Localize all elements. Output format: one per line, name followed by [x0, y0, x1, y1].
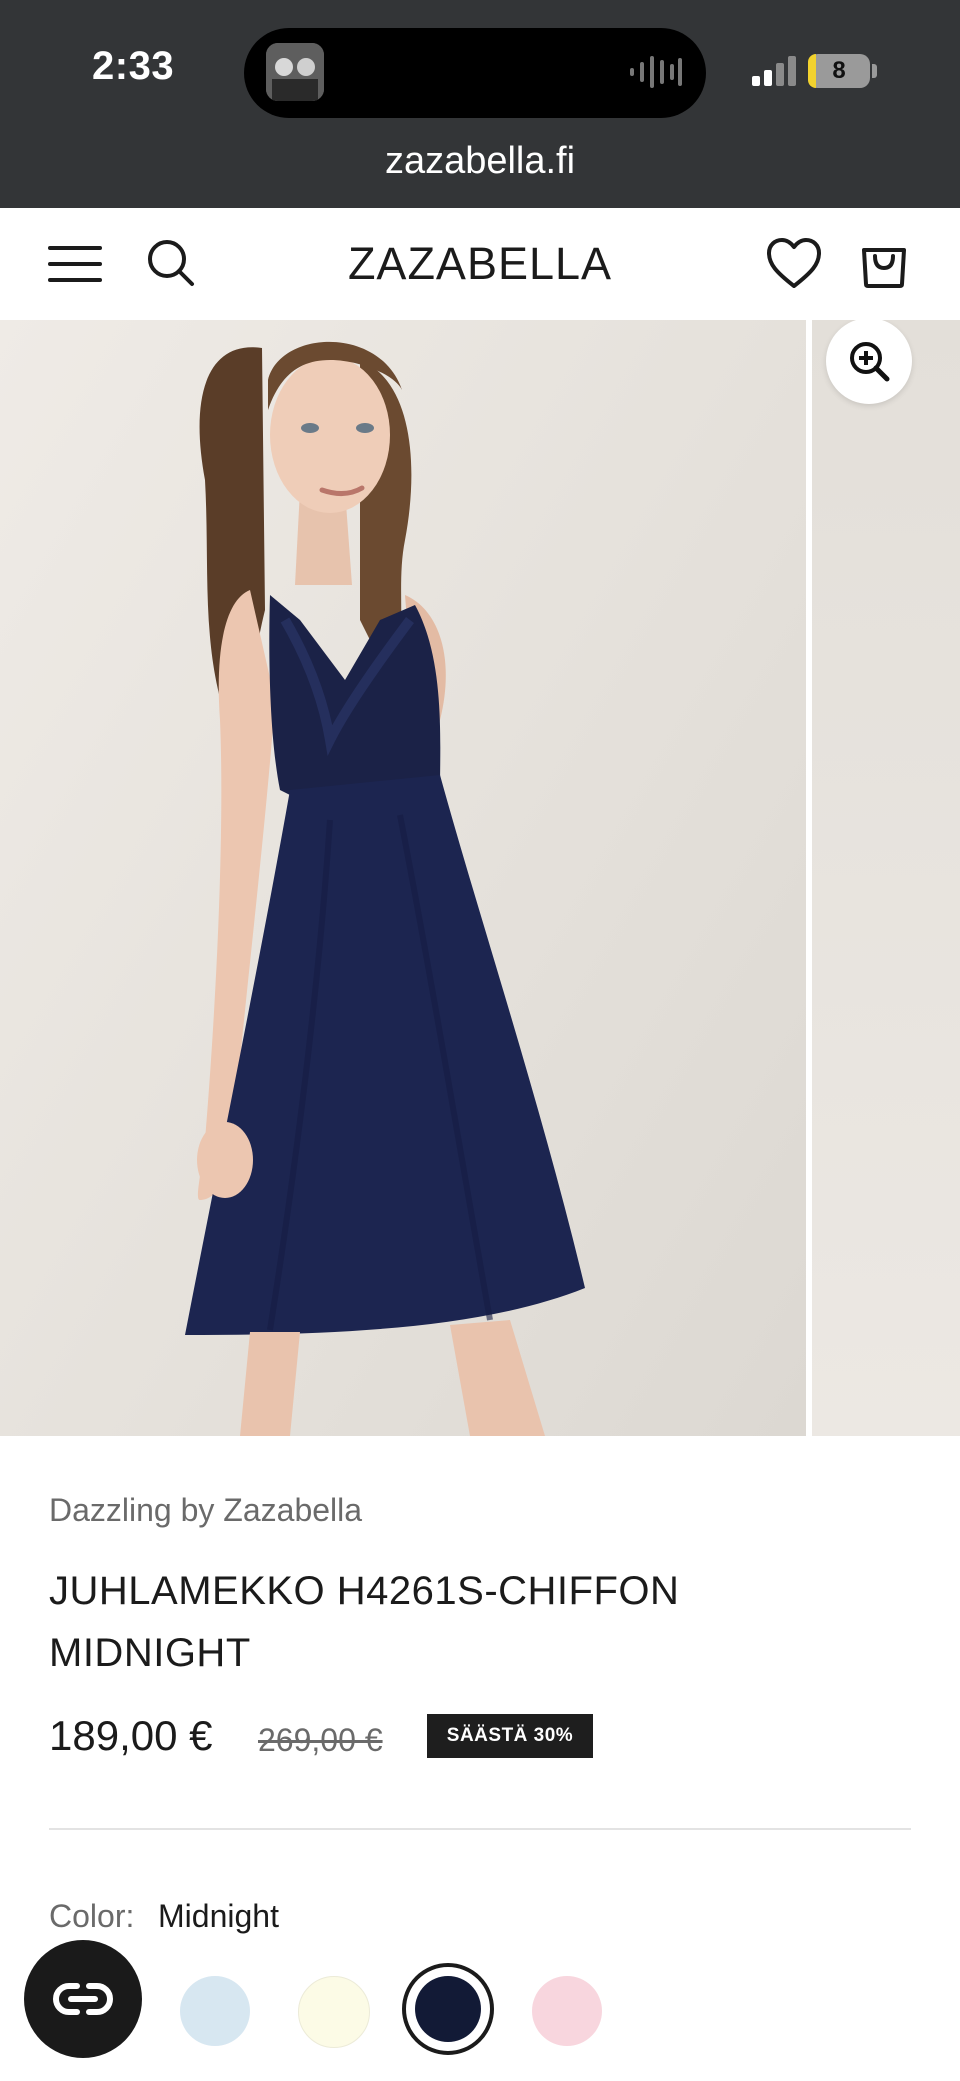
- swatch-ivory[interactable]: [298, 1976, 370, 2048]
- product-image[interactable]: [0, 320, 806, 1436]
- product-gallery[interactable]: [0, 320, 960, 1436]
- next-product-image[interactable]: [812, 320, 960, 1436]
- product-brand[interactable]: Dazzling by Zazabella: [49, 1492, 362, 1529]
- audio-waveform-icon: [630, 56, 682, 88]
- status-time: 2:33: [92, 44, 175, 88]
- swatch-pink[interactable]: [532, 1976, 602, 2046]
- chat-button[interactable]: [24, 1940, 142, 2058]
- battery-level: 8: [832, 57, 846, 84]
- model-photo: [185, 341, 585, 1436]
- swatch-midnight[interactable]: [415, 1976, 481, 2042]
- divider: [49, 1828, 911, 1830]
- shopping-bag-icon[interactable]: [860, 236, 908, 288]
- browser-chrome: 2:33 8 zazabella.fi: [0, 0, 960, 208]
- color-label: Color:: [49, 1898, 135, 1934]
- battery-icon: 8: [808, 54, 870, 88]
- now-playing-artwork: [266, 43, 324, 101]
- cellular-signal-icon: [752, 56, 796, 86]
- swatch-light-blue[interactable]: [180, 1976, 250, 2046]
- original-price: 269,00 €: [258, 1722, 383, 1758]
- site-header: ZAZABELLA: [0, 208, 960, 321]
- chat-icon: [53, 1983, 113, 2015]
- selected-color: Midnight: [158, 1898, 279, 1934]
- sale-price: 189,00 €: [49, 1712, 213, 1759]
- zoom-button[interactable]: [826, 320, 912, 404]
- discount-badge: SÄÄSTÄ 30%: [427, 1714, 593, 1758]
- heart-icon[interactable]: [766, 238, 822, 290]
- zoom-in-icon: [850, 342, 890, 382]
- dynamic-island[interactable]: [244, 28, 706, 118]
- address-bar[interactable]: zazabella.fi: [0, 140, 960, 183]
- product-title: JUHLAMEKKO H4261S-CHIFFON MIDNIGHT: [49, 1569, 680, 1675]
